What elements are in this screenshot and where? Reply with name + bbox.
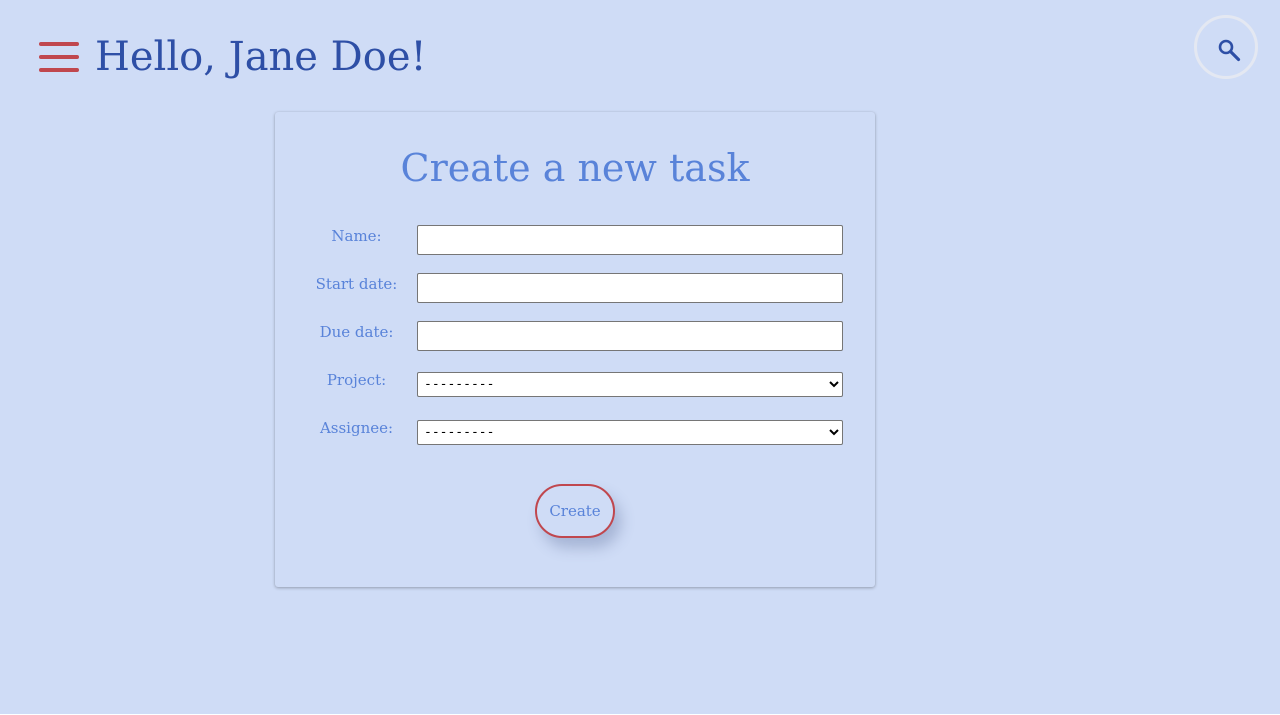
search-button[interactable] <box>1194 15 1258 79</box>
start-date-input[interactable] <box>417 273 843 303</box>
magnifier-icon <box>1218 39 1241 62</box>
due-date-label: Due date: <box>319 323 394 341</box>
greeting-title: Hello, Jane Doe! <box>95 34 427 80</box>
form-title: Create a new task <box>400 146 750 190</box>
create-button[interactable]: Create <box>535 484 615 538</box>
start-date-label: Start date: <box>315 275 398 293</box>
assignee-select[interactable]: --------- <box>417 420 843 445</box>
due-date-input[interactable] <box>417 321 843 351</box>
menu-button[interactable] <box>38 40 80 76</box>
project-label: Project: <box>326 371 387 389</box>
name-input[interactable] <box>417 225 843 255</box>
assignee-label: Assignee: <box>319 419 394 437</box>
create-task-card: Create a new task Name: Start date: Due … <box>275 112 875 587</box>
project-select[interactable]: --------- <box>417 372 843 397</box>
name-label: Name: <box>331 227 382 245</box>
